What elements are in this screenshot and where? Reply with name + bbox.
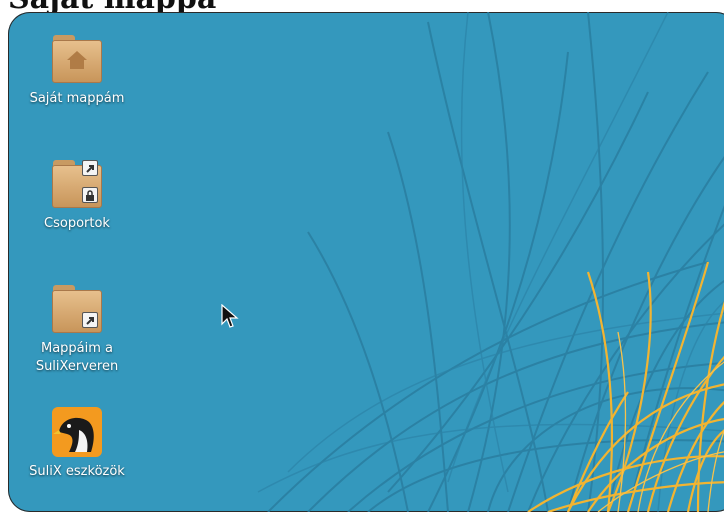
penguin-tools-icon <box>49 404 105 460</box>
desktop-icon-server-folders[interactable]: Mappáim a SuliXerveren <box>14 281 140 376</box>
locked-folder-shortcut-icon <box>49 156 105 212</box>
lock-icon <box>82 187 98 203</box>
desktop-icon-label: Saját mappám <box>29 91 125 106</box>
desktop-icon-label: Csoportok <box>44 216 110 231</box>
shortcut-arrow-icon <box>82 160 98 176</box>
desktop-icon-groups[interactable]: Csoportok <box>14 156 140 233</box>
page-caption: Saját mappa <box>8 0 708 12</box>
desktop-icon-sulix-tools[interactable]: SuliX eszközök <box>14 404 140 481</box>
shortcut-arrow-icon <box>82 312 98 328</box>
desktop-icon-label: SuliX eszközök <box>29 464 125 479</box>
desktop[interactable]: Saját mappám Csoportok Mappáim a SuliXer… <box>8 12 724 512</box>
desktop-icon-home[interactable]: Saját mappám <box>14 31 140 108</box>
home-folder-icon <box>49 31 105 87</box>
mouse-pointer-icon <box>221 304 239 328</box>
desktop-icon-label: Mappáim a SuliXerveren <box>35 341 119 374</box>
folder-shortcut-icon <box>49 281 105 337</box>
